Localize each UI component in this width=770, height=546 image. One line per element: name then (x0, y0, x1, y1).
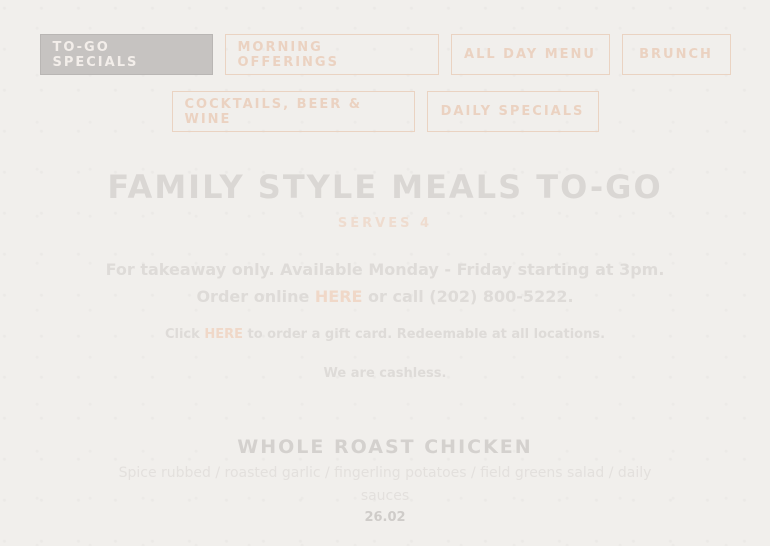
takeaway-phone-text: or call (202) 800-5222. (362, 287, 574, 306)
tab-cocktails-beer-wine[interactable]: COCKTAILS, BEER & WINE (171, 91, 415, 132)
gift-card-link[interactable]: HERE (204, 327, 243, 342)
menu-tabs: TO-GO SPECIALS MORNING OFFERINGS ALL DAY… (0, 34, 770, 148)
menu-item-name: WHOLE ROAST CHICKEN (237, 436, 533, 458)
tab-brunch[interactable]: BRUNCH (621, 34, 731, 75)
menu-item-description: Spice rubbed / roasted garlic / fingerli… (118, 465, 652, 504)
section-subtitle: SERVES 4 (337, 216, 433, 231)
gift-card-info: Click HERE to order a gift card. Redeema… (0, 327, 770, 342)
tab-all-day-menu[interactable]: ALL DAY MENU (450, 34, 610, 75)
menu-item-price: 26.02 (364, 510, 406, 525)
gift-card-text-end: to order a gift card. Redeemable at all … (242, 327, 606, 342)
cashless-notice: We are cashless. (323, 366, 447, 381)
takeaway-info: For takeaway only. Available Monday - Fr… (85, 256, 685, 310)
gift-card-text-start: Click (164, 327, 205, 342)
section-title: FAMILY STYLE MEALS TO-GO (107, 168, 663, 206)
tab-daily-specials[interactable]: DAILY SPECIALS (426, 91, 599, 132)
tab-morning-offerings[interactable]: MORNING OFFERINGS (224, 34, 439, 75)
tab-to-go-specials[interactable]: TO-GO SPECIALS (39, 34, 213, 75)
order-online-link[interactable]: HERE (315, 287, 363, 306)
